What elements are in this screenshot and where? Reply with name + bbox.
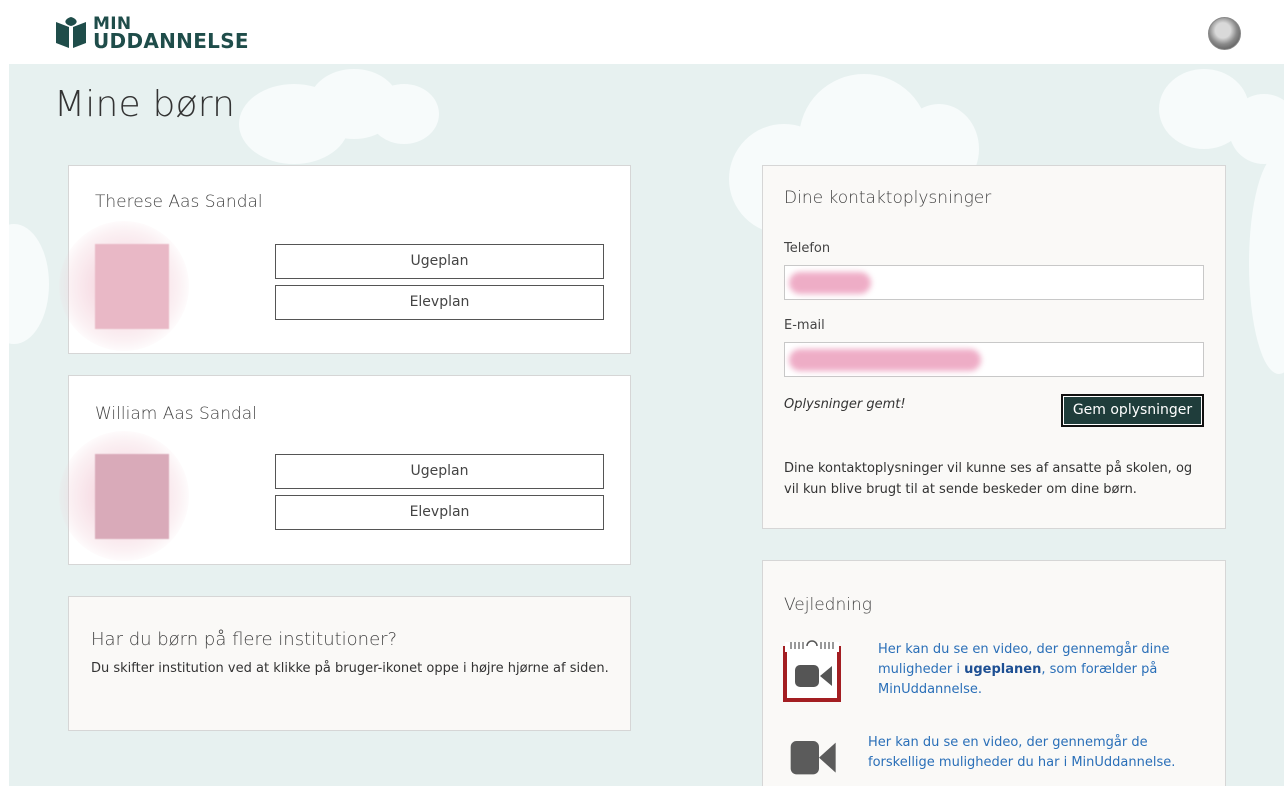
elevplan-button[interactable]: Elevplan <box>275 495 604 530</box>
user-avatar-icon[interactable] <box>1208 17 1241 50</box>
guide-heading: Vejledning <box>784 595 872 615</box>
phone-value-redacted <box>789 272 871 294</box>
child-name: William Aas Sandal <box>95 404 257 424</box>
elevplan-button[interactable]: Elevplan <box>275 285 604 320</box>
phone-label: Telefon <box>784 241 831 256</box>
institution-info-title: Har du børn på flere institutioner? <box>91 629 398 650</box>
link-1-bold: ugeplanen <box>964 662 1042 677</box>
child-photo <box>95 454 169 539</box>
ugeplan-video-icon[interactable] <box>783 638 843 702</box>
email-value-redacted <box>789 349 981 371</box>
child-card: Therese Aas Sandal Ugeplan Elevplan <box>59 165 631 354</box>
top-bar: MIN UDDANNELSE <box>0 0 1284 64</box>
email-label: E-mail <box>784 318 825 333</box>
video-camera-icon[interactable] <box>784 736 844 786</box>
ugeplan-video-link[interactable]: Her kan du se en video, der gennemgår di… <box>878 640 1178 700</box>
institution-info-text: Du skifter institution ved at klikke på … <box>91 661 609 676</box>
contact-note: Dine kontaktoplysninger vil kunne ses af… <box>784 461 1193 497</box>
email-input[interactable] <box>784 342 1204 377</box>
logo-leaf-icon <box>56 17 86 48</box>
institution-info-card: Har du børn på flere institutioner? Du s… <box>68 596 631 731</box>
overview-video-link[interactable]: Her kan du se en video, der gennemgår de… <box>868 733 1198 773</box>
save-contact-button[interactable]: Gem oplysninger <box>1061 394 1204 427</box>
saved-message: Oplysninger gemt! <box>784 397 906 412</box>
child-photo <box>95 244 169 329</box>
child-name: Therese Aas Sandal <box>95 192 263 212</box>
logo-text: MIN UDDANNELSE <box>93 15 249 53</box>
app-logo[interactable]: MIN UDDANNELSE <box>54 13 249 53</box>
logo-line-2: UDDANNELSE <box>93 28 249 53</box>
page-title: Mine børn <box>54 84 236 125</box>
guide-card: Vejledning Her kan du se en video, der g… <box>762 560 1226 786</box>
child-card: William Aas Sandal Ugeplan Elevplan <box>59 375 631 565</box>
contact-card: Dine kontaktoplysninger Telefon E-mail O… <box>762 165 1226 529</box>
ugeplan-button[interactable]: Ugeplan <box>275 454 604 489</box>
phone-input[interactable] <box>784 265 1204 300</box>
contact-heading: Dine kontaktoplysninger <box>784 188 992 208</box>
ugeplan-button[interactable]: Ugeplan <box>275 244 604 279</box>
